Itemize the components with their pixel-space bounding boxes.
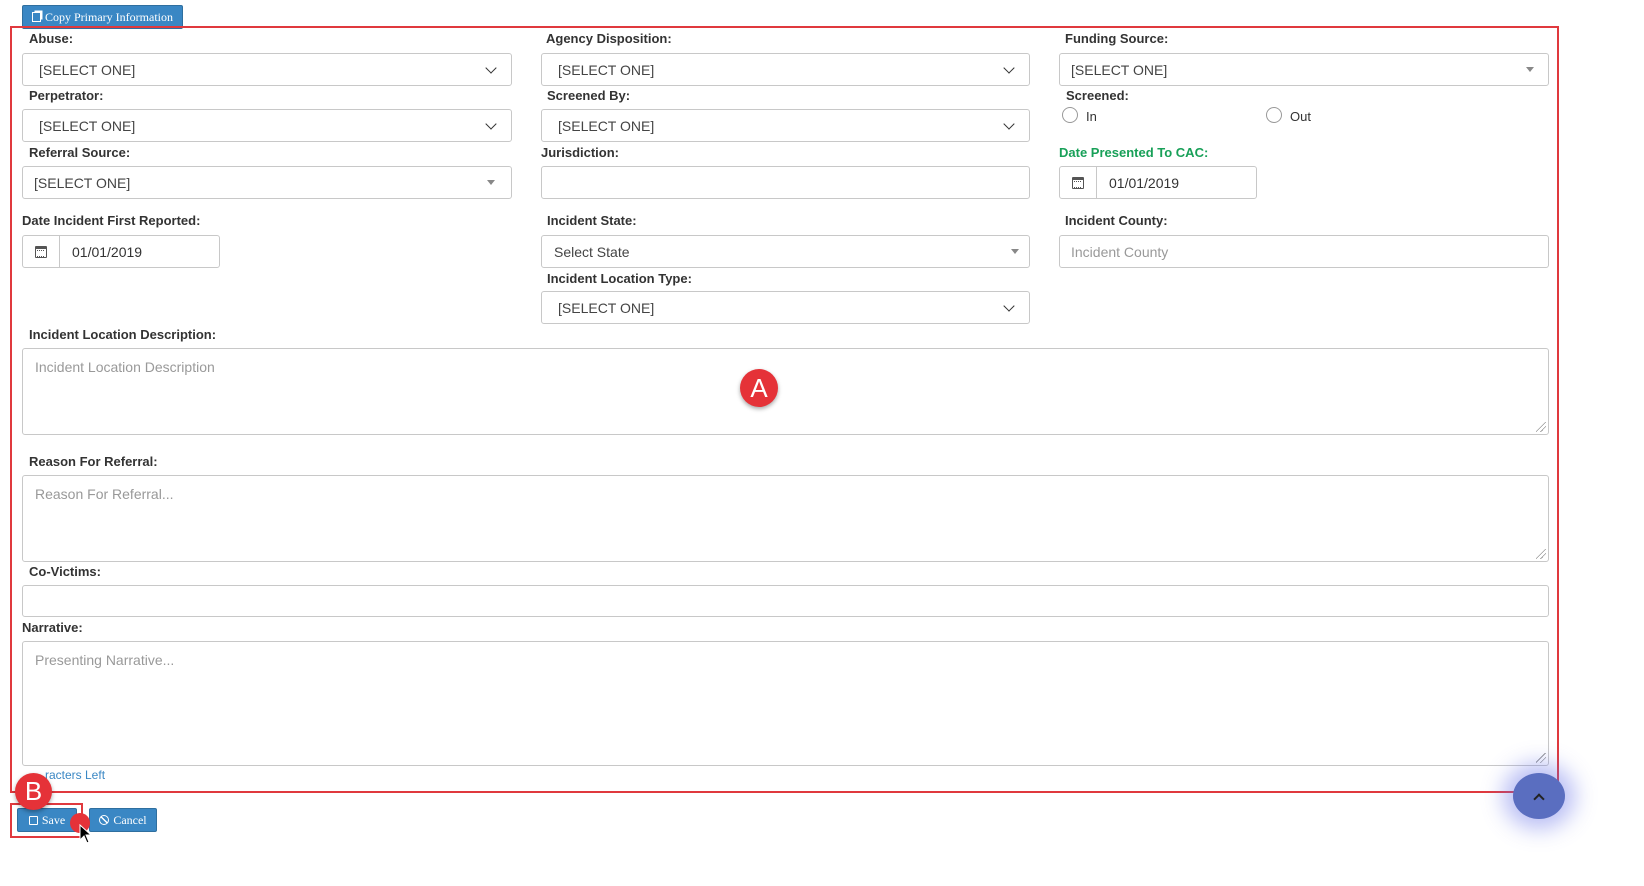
agency-disposition-label: Agency Disposition: (546, 31, 672, 46)
incident-county-placeholder: Incident County (1071, 243, 1169, 260)
funding-source-label: Funding Source: (1065, 31, 1169, 46)
incident-location-description-textarea[interactable]: Incident Location Description (22, 348, 1549, 435)
chevron-down-icon (485, 61, 497, 74)
caret-down-icon (1526, 67, 1534, 72)
incident-location-type-select[interactable]: [SELECT ONE] (541, 291, 1030, 324)
reason-for-referral-label: Reason For Referral: (29, 454, 158, 469)
screened-by-select[interactable]: [SELECT ONE] (541, 109, 1030, 142)
incident-county-label: Incident County: (1065, 213, 1168, 228)
narrative-textarea[interactable]: Presenting Narrative... (22, 641, 1549, 766)
cancel-label: Cancel (113, 812, 147, 827)
chevron-down-icon (1003, 61, 1015, 74)
agency-disposition-value: [SELECT ONE] (558, 61, 655, 78)
resize-grip-icon[interactable] (1536, 753, 1546, 763)
copy-primary-information-label: Copy Primary Information (45, 9, 173, 24)
incident-location-type-value: [SELECT ONE] (558, 299, 655, 316)
funding-source-select[interactable]: [SELECT ONE] (1059, 53, 1549, 86)
calendar-button[interactable] (23, 236, 60, 267)
co-victims-label: Co-Victims: (29, 564, 101, 579)
reason-for-referral-textarea[interactable]: Reason For Referral... (22, 475, 1549, 562)
screened-in-radio[interactable] (1062, 107, 1078, 123)
chevron-up-icon (1533, 792, 1545, 805)
mouse-cursor-icon (79, 824, 93, 844)
date-first-reported-input[interactable]: 01/01/2019 (22, 235, 220, 268)
copy-primary-information-button[interactable]: Copy Primary Information (22, 5, 183, 29)
date-presented-value: 01/01/2019 (1109, 174, 1180, 191)
perpetrator-label: Perpetrator: (29, 88, 104, 103)
scroll-to-top-button[interactable] (1513, 773, 1565, 819)
screened-label: Screened: (1066, 88, 1129, 103)
agency-disposition-select[interactable]: [SELECT ONE] (541, 53, 1030, 86)
chevron-down-icon (485, 117, 497, 130)
callout-badge-a: A (740, 369, 778, 407)
date-first-reported-value: 01/01/2019 (72, 243, 143, 260)
date-presented-input[interactable]: 01/01/2019 (1059, 166, 1257, 199)
calendar-icon (35, 245, 47, 258)
calendar-button[interactable] (1060, 167, 1097, 198)
calendar-icon (1072, 176, 1084, 189)
referral-source-value: [SELECT ONE] (34, 174, 131, 191)
co-victims-input[interactable] (22, 585, 1549, 617)
perpetrator-value: [SELECT ONE] (39, 117, 136, 134)
ban-icon (99, 815, 110, 825)
incident-state-label: Incident State: (547, 213, 637, 228)
callout-badge-b: B (15, 773, 52, 810)
screened-in-label: In (1086, 109, 1097, 124)
incident-county-input[interactable]: Incident County (1059, 235, 1549, 268)
cancel-button[interactable]: Cancel (89, 808, 157, 832)
caret-down-icon (487, 180, 495, 185)
screened-out-label: Out (1290, 109, 1311, 124)
caret-down-icon (1011, 249, 1019, 254)
save-label: Save (41, 812, 66, 827)
save-icon (28, 815, 38, 825)
incident-state-value: Select State (554, 243, 630, 260)
funding-source-value: [SELECT ONE] (1071, 61, 1168, 78)
narrative-label: Narrative: (22, 620, 83, 635)
screened-by-label: Screened By: (547, 88, 631, 103)
jurisdiction-input[interactable] (541, 166, 1030, 199)
reason-for-referral-placeholder: Reason For Referral... (35, 486, 174, 502)
date-first-reported-label: Date Incident First Reported: (22, 213, 201, 228)
copy-icon (32, 12, 41, 22)
perpetrator-select[interactable]: [SELECT ONE] (22, 109, 512, 142)
screened-out-radio[interactable] (1266, 107, 1282, 123)
referral-source-select[interactable]: [SELECT ONE] (22, 166, 512, 199)
save-button[interactable]: Save (17, 808, 77, 832)
screened-by-value: [SELECT ONE] (558, 117, 655, 134)
incident-location-description-label: Incident Location Description: (29, 327, 217, 342)
abuse-select[interactable]: [SELECT ONE] (22, 53, 512, 86)
date-presented-label: Date Presented To CAC: (1059, 145, 1209, 160)
resize-grip-icon[interactable] (1536, 549, 1546, 559)
chevron-down-icon (1003, 299, 1015, 312)
referral-source-label: Referral Source: (29, 145, 131, 160)
incident-state-select[interactable]: Select State (541, 235, 1030, 268)
resize-grip-icon[interactable] (1536, 422, 1546, 432)
narrative-placeholder: Presenting Narrative... (35, 652, 175, 668)
abuse-value: [SELECT ONE] (39, 61, 136, 78)
abuse-label: Abuse: (29, 31, 74, 46)
incident-location-type-label: Incident Location Type: (547, 271, 692, 286)
jurisdiction-label: Jurisdiction: (541, 145, 620, 160)
incident-location-description-placeholder: Incident Location Description (35, 359, 215, 375)
chevron-down-icon (1003, 117, 1015, 130)
